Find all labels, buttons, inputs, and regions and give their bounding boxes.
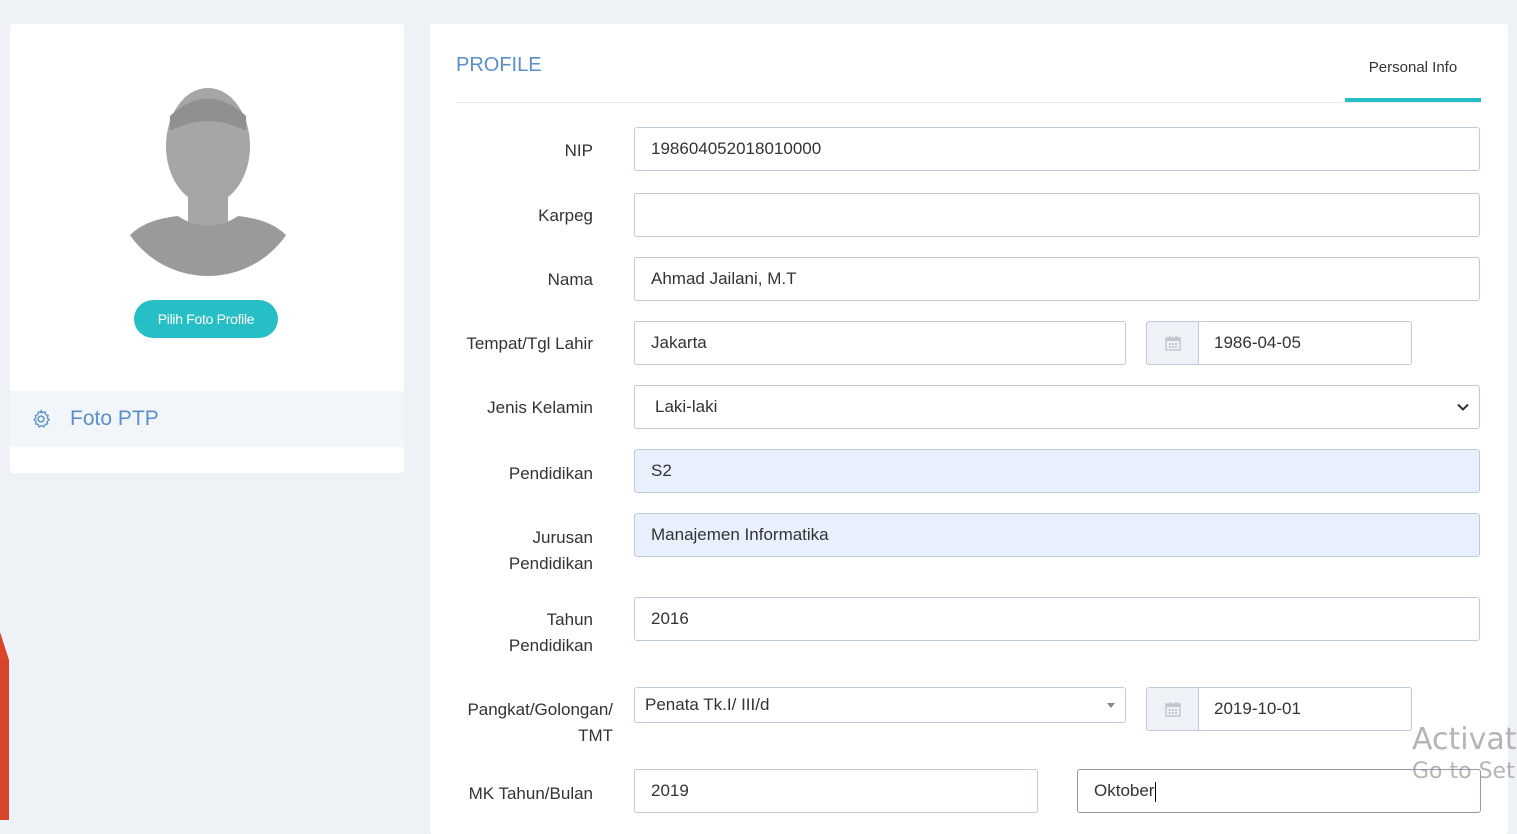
gender-label: Jenis Kelamin xyxy=(487,398,593,417)
page-title: PROFILE xyxy=(456,54,542,76)
mk-label: MK Tahun/Bulan xyxy=(468,784,593,803)
mk-year-input[interactable]: 2019 xyxy=(634,769,1038,813)
red-edge-decoration xyxy=(0,632,9,820)
tmt-date-picker[interactable]: 2019-10-01 xyxy=(1146,687,1412,731)
tahun-label-line2: Pendidikan xyxy=(508,636,593,655)
calendar-icon xyxy=(1164,336,1181,351)
dropdown-arrow-icon xyxy=(1107,703,1115,708)
jurusan-label-line2: Pendidikan xyxy=(508,554,593,573)
watermark-line2: Go to Set xyxy=(1412,759,1515,784)
birth-date-input[interactable]: 1986-04-05 xyxy=(1198,321,1412,365)
pangkat-select[interactable]: Penata Tk.I/ III/d xyxy=(634,687,1126,723)
chevron-down-icon xyxy=(1457,403,1469,411)
jurusan-label-line1: Jurusan xyxy=(532,528,593,547)
birth-date-picker[interactable]: 1986-04-05 xyxy=(1146,321,1412,365)
sidebar-item-foto-ptp[interactable]: Foto PTP xyxy=(10,391,404,447)
calendar-icon-addon[interactable] xyxy=(1146,687,1198,731)
activation-watermark: Activate Go to Set xyxy=(1412,722,1517,784)
pendidikan-input[interactable]: S2 xyxy=(634,449,1480,493)
pick-profile-photo-button[interactable]: Pilih Foto Profile xyxy=(134,300,278,338)
gender-select-value: Laki-laki xyxy=(655,397,718,416)
gender-select[interactable]: Laki-laki xyxy=(634,385,1480,429)
watermark-line1: Activate xyxy=(1412,722,1517,757)
pendidikan-label: Pendidikan xyxy=(508,464,593,483)
calendar-icon-addon[interactable] xyxy=(1146,321,1198,365)
tmt-date-input[interactable]: 2019-10-01 xyxy=(1198,687,1412,731)
tab-personal-info[interactable]: Personal Info xyxy=(1345,57,1481,102)
avatar xyxy=(118,88,298,276)
tahun-input[interactable]: 2016 xyxy=(634,597,1480,641)
pangkat-label-line2: TMT xyxy=(578,726,613,745)
profile-form-card: PROFILE Personal Info NIP 19860405201801… xyxy=(430,24,1508,834)
tahun-label: Tahun Pendidikan xyxy=(456,607,593,659)
profile-sidebar-card: Pilih Foto Profile Foto PTP xyxy=(10,24,404,473)
birth-label: Tempat/Tgl Lahir xyxy=(466,334,593,353)
tahun-label-line1: Tahun xyxy=(546,610,593,629)
mk-month-value: Oktober xyxy=(1094,781,1155,800)
text-cursor xyxy=(1155,781,1157,802)
gear-icon xyxy=(33,409,50,428)
pangkat-label-line1: Pangkat/Golongan/ xyxy=(467,700,613,719)
sidebar-item-label: Foto PTP xyxy=(70,407,159,430)
calendar-icon xyxy=(1164,702,1181,717)
pangkat-select-value: Penata Tk.I/ III/d xyxy=(645,695,770,714)
birth-place-input[interactable]: Jakarta xyxy=(634,321,1126,365)
jurusan-label: Jurusan Pendidikan xyxy=(456,525,593,577)
nip-input[interactable]: 198604052018010000 xyxy=(634,127,1480,171)
nama-input[interactable]: Ahmad Jailani, M.T xyxy=(634,257,1480,301)
nip-label: NIP xyxy=(564,141,593,160)
karpeg-label: Karpeg xyxy=(538,206,593,225)
pangkat-label: Pangkat/Golongan/ TMT xyxy=(450,697,613,749)
header-divider xyxy=(456,102,1481,103)
nama-label: Nama xyxy=(547,270,593,289)
karpeg-input[interactable] xyxy=(634,193,1480,237)
jurusan-input[interactable]: Manajemen Informatika xyxy=(634,513,1480,557)
